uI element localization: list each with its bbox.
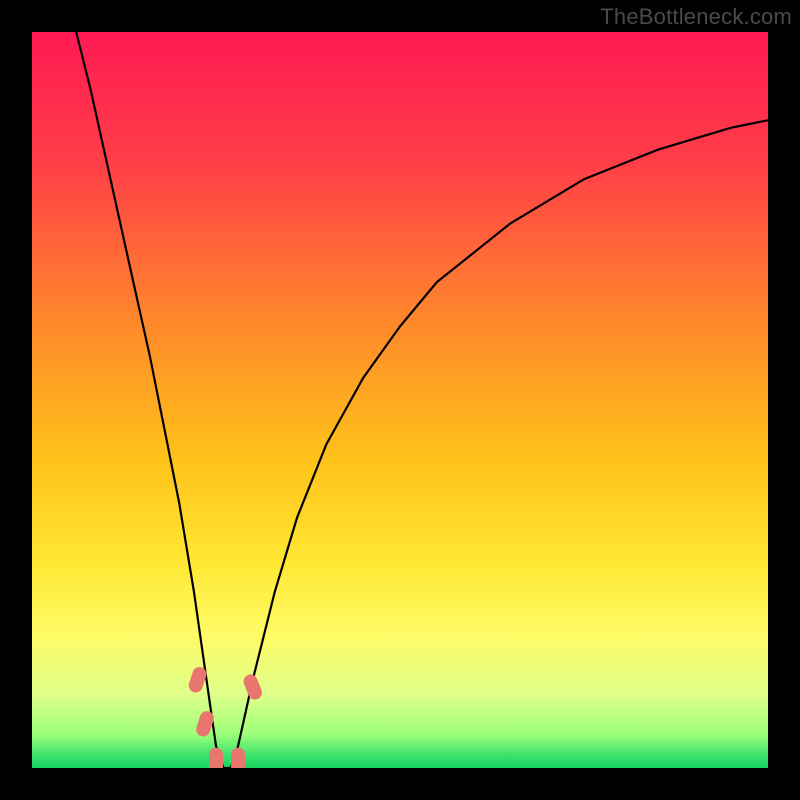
- marker-trough-left: [209, 748, 223, 768]
- chart-svg: [32, 32, 768, 768]
- gradient-background: [32, 32, 768, 768]
- watermark-text: TheBottleneck.com: [600, 4, 792, 30]
- chart-frame: TheBottleneck.com: [0, 0, 800, 800]
- marker-trough-right: [231, 748, 245, 768]
- plot-area: [32, 32, 768, 768]
